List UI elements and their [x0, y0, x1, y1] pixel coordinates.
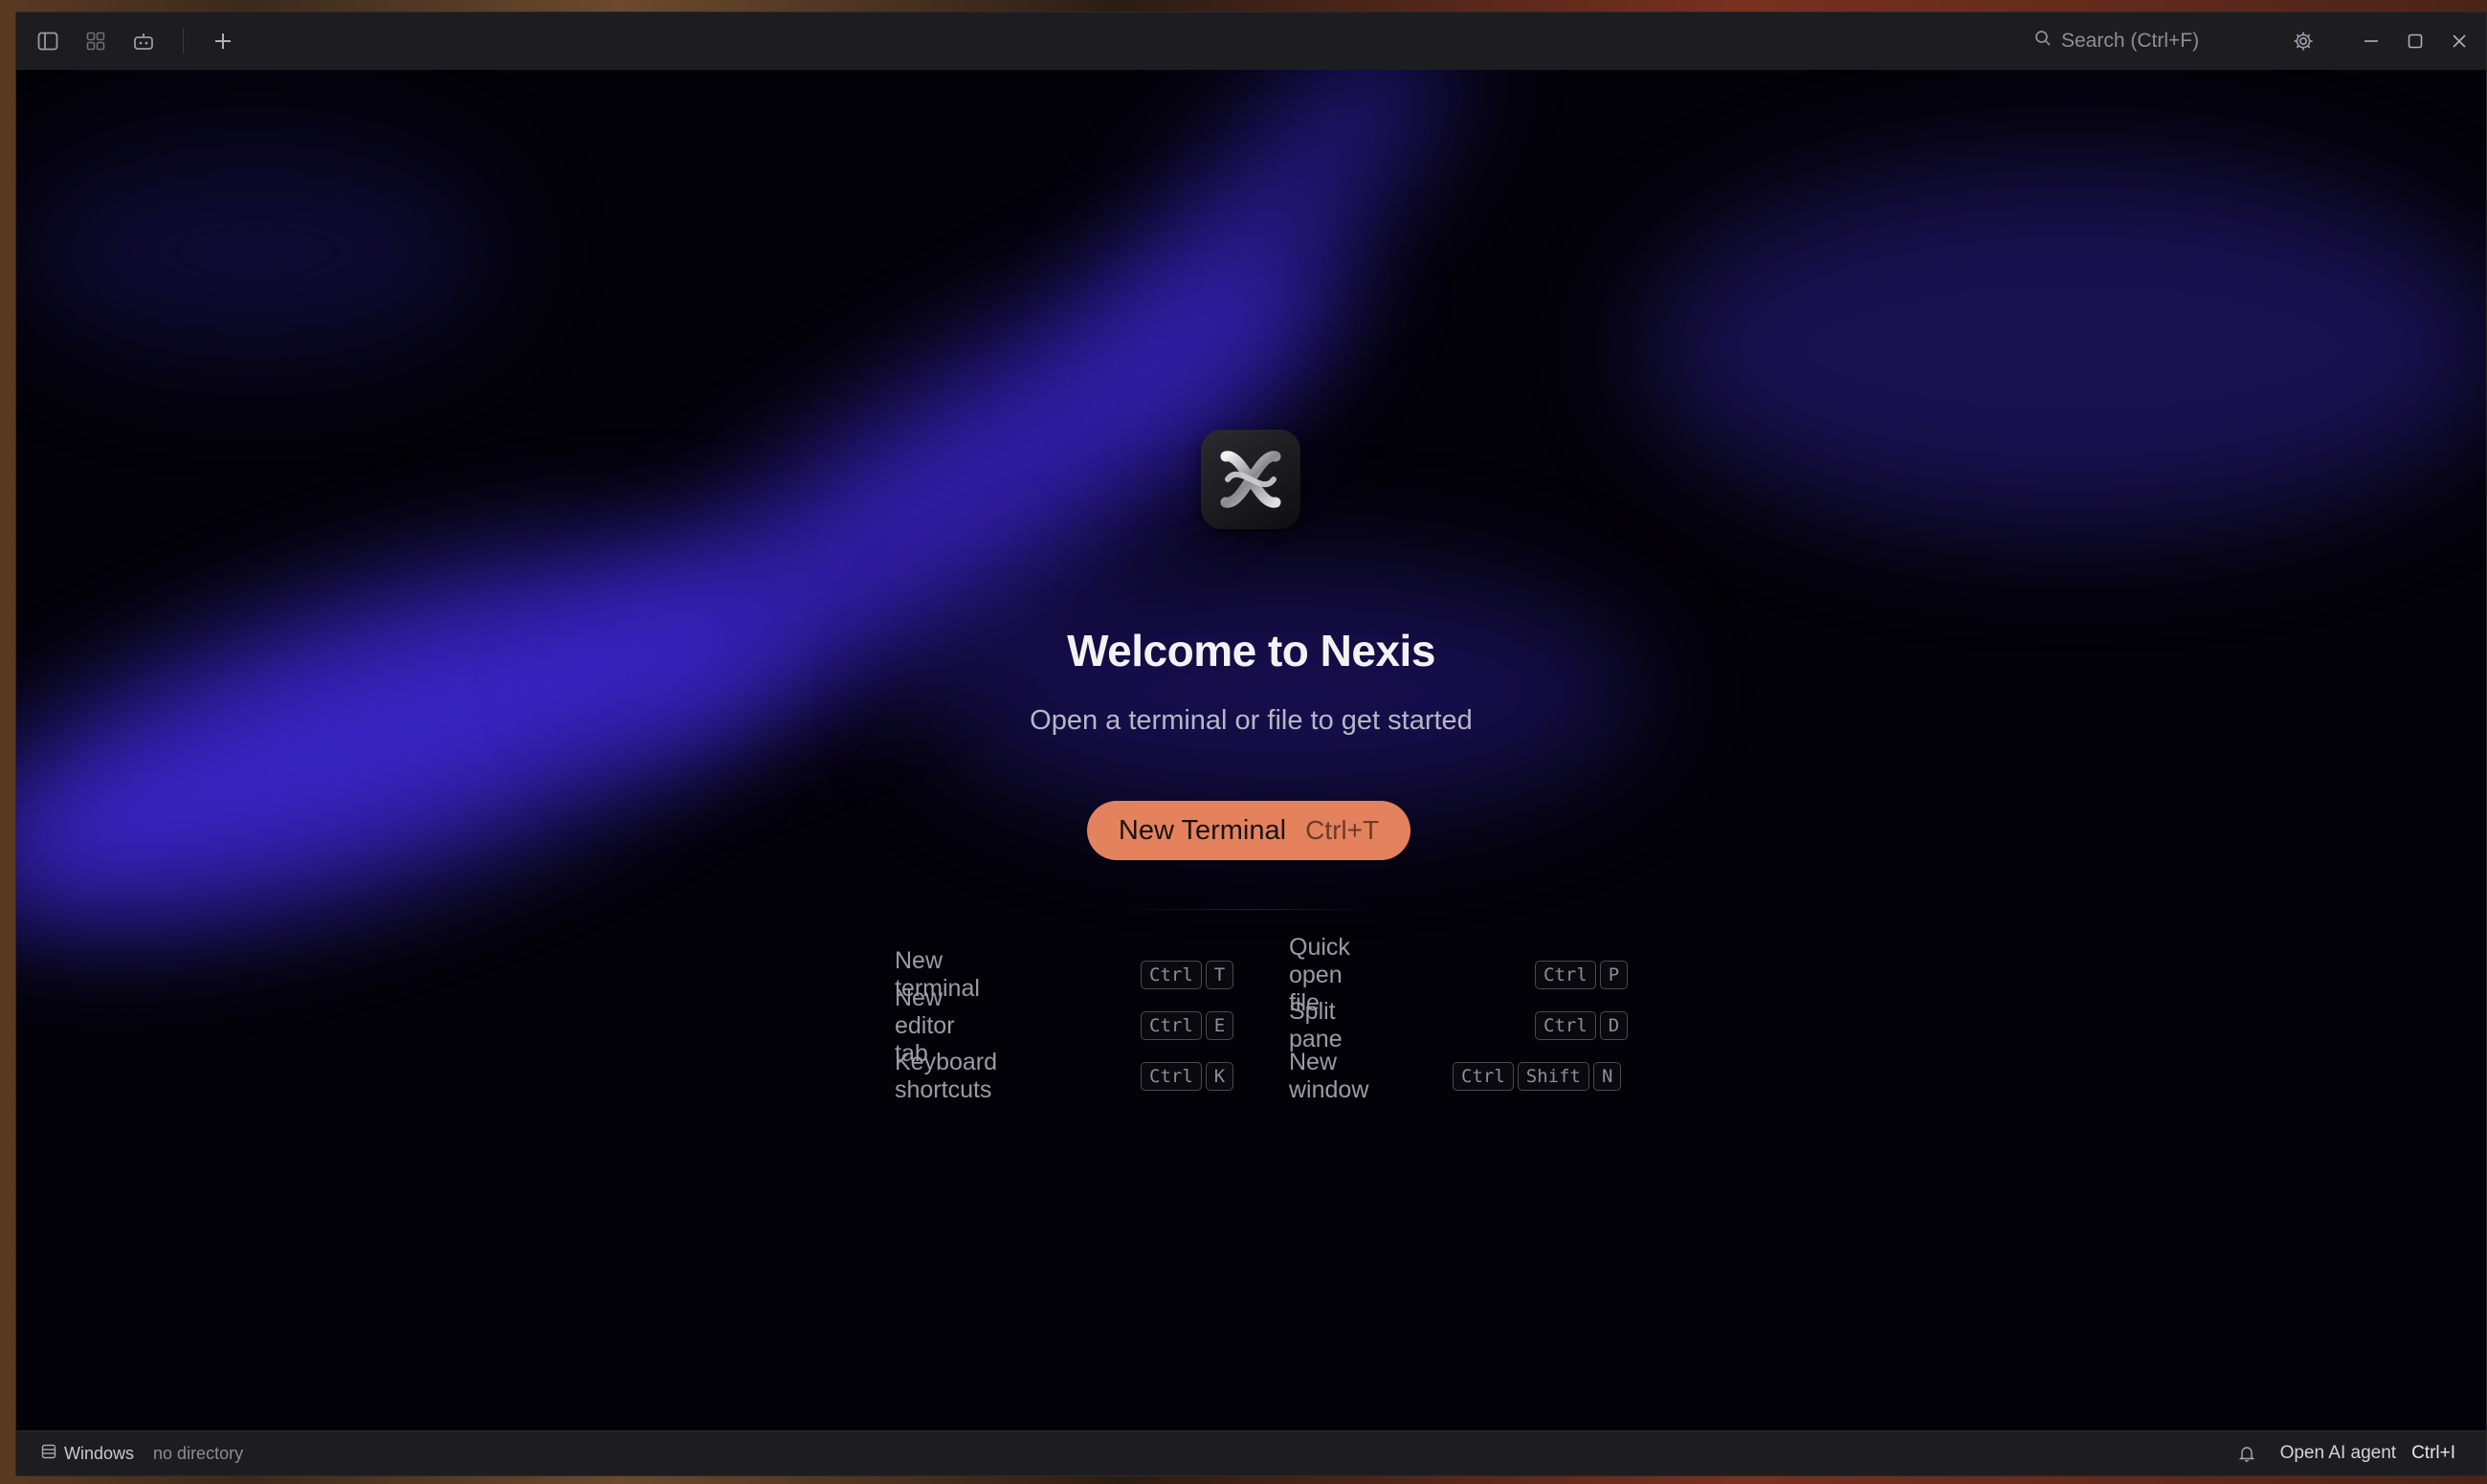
shortcut-keys: Ctrl K [1141, 1062, 1234, 1091]
robot-icon[interactable] [129, 27, 158, 55]
open-ai-agent-label: Open AI agent [2279, 1443, 2397, 1463]
open-ai-agent-shortcut: Ctrl+I [2411, 1443, 2455, 1463]
new-tab-plus-icon[interactable] [209, 27, 237, 55]
shortcut-item[interactable]: Split pane [1289, 998, 1343, 1052]
windows-label: Windows [64, 1443, 135, 1463]
shortcut-keys: Ctrl T [1141, 961, 1234, 989]
key-cap: Ctrl [1141, 961, 1202, 989]
minimize-icon[interactable] [2356, 27, 2387, 55]
key-cap: E [1205, 1011, 1234, 1040]
windows-list-icon [41, 1444, 56, 1464]
key-cap: Ctrl [1453, 1062, 1514, 1091]
app-window: Search (Ctrl+F) Welcome to Nexis Open a … [15, 11, 2487, 1476]
search-input[interactable]: Search (Ctrl+F) [2023, 22, 2281, 60]
shortcut-label: New window [1289, 1049, 1369, 1103]
key-cap: Shift [1517, 1062, 1589, 1091]
shortcut-item[interactable]: New window [1289, 1049, 1368, 1103]
new-terminal-button-shortcut: Ctrl+T [1305, 815, 1380, 845]
welcome-title: Welcome to Nexis [1067, 626, 1435, 676]
status-bar: Windows no directory Open AI agent Ctrl+… [16, 1430, 2486, 1475]
shortcut-keys: Ctrl D [1535, 1011, 1629, 1040]
key-cap: T [1205, 961, 1234, 989]
shortcut-keys: Ctrl Shift N [1453, 1062, 1622, 1091]
app-logo [1201, 430, 1300, 529]
title-bar-divider [183, 29, 184, 54]
directory-status: no directory [153, 1443, 244, 1463]
key-cap: N [1592, 1062, 1622, 1091]
shortcut-item[interactable]: Keyboard shortcuts [895, 1049, 997, 1103]
shortcut-item[interactable]: Quick open file [1289, 934, 1350, 1016]
key-cap: Ctrl [1535, 1011, 1596, 1040]
shortcut-item[interactable]: New editor tab [895, 985, 955, 1067]
key-cap: P [1599, 961, 1629, 989]
bell-icon[interactable] [2236, 1439, 2257, 1468]
key-cap: Ctrl [1141, 1062, 1202, 1091]
grid-icon[interactable] [81, 27, 110, 55]
search-placeholder: Search (Ctrl+F) [2061, 30, 2200, 52]
sidebar-toggle-icon[interactable] [33, 27, 62, 55]
status-bar-right: Open AI agent Ctrl+I [2236, 1439, 2486, 1468]
shortcut-label: Split pane [1289, 998, 1343, 1052]
open-ai-agent-button[interactable]: Open AI agent Ctrl+I [2280, 1443, 2455, 1464]
key-cap: K [1205, 1062, 1234, 1091]
key-cap: Ctrl [1535, 961, 1596, 989]
windows-button[interactable]: Windows [41, 1444, 134, 1464]
key-cap: D [1599, 1011, 1629, 1040]
welcome-pane: Welcome to Nexis Open a terminal or file… [16, 70, 2486, 1431]
gear-icon[interactable] [2289, 27, 2318, 55]
shortcut-keys: Ctrl P [1535, 961, 1629, 989]
maximize-icon[interactable] [2400, 27, 2431, 55]
title-bar-right: Search (Ctrl+F) [2023, 12, 2486, 70]
key-cap: Ctrl [1141, 1011, 1202, 1040]
window-controls [2356, 27, 2486, 55]
close-icon[interactable] [2444, 27, 2475, 55]
welcome-content: Welcome to Nexis Open a terminal or file… [16, 70, 2486, 1431]
divider [1126, 909, 1375, 910]
new-terminal-button-label: New Terminal [1118, 814, 1287, 846]
search-icon [2034, 30, 2052, 53]
new-terminal-button[interactable]: New Terminal Ctrl+T [1087, 801, 1410, 860]
welcome-subtitle: Open a terminal or file to get started [1030, 705, 1473, 736]
shortcut-keys: Ctrl E [1141, 1011, 1234, 1040]
shortcut-label: Keyboard shortcuts [895, 1049, 998, 1103]
title-bar: Search (Ctrl+F) [16, 12, 2486, 71]
title-bar-left [16, 12, 237, 70]
